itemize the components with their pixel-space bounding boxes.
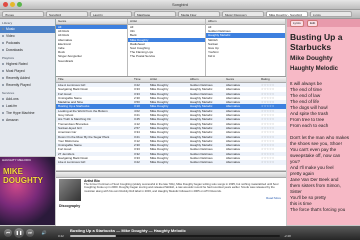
browser-column: Genre All Alt Rock Alt Rock Alternative Elect… — [56, 19, 128, 76]
album-art-artist: MIKE DOUGHTY — [3, 167, 43, 185]
artist-photo — [59, 179, 81, 201]
play-pause-icon[interactable]: ❚❚ — [14, 228, 24, 238]
tab-item[interactable]: Songbird — [46, 11, 88, 17]
sidebar-item-label: Music — [6, 27, 15, 31]
tab-item[interactable]: Media Flow — [178, 11, 220, 17]
remaining-time: -2:28 — [284, 234, 291, 238]
sidebar-item[interactable]: The Hype Machine — [0, 110, 55, 117]
sidebar-item[interactable]: Most Played — [0, 68, 55, 75]
read-more-link[interactable]: Read More — [266, 196, 281, 200]
tab-item[interactable]: iTunes — [2, 11, 44, 17]
lyrics-pane: Lyrics Edit Busting Up a Starbucks Mike … — [287, 19, 360, 225]
sidebar-item-label: Recently Added — [6, 76, 30, 80]
sidebar-item-icon — [2, 97, 4, 100]
sidebar-item-label: Most Played — [6, 69, 25, 73]
sidebar-item-label: Amazon — [6, 118, 19, 122]
track-cell: Alternative — [226, 160, 241, 165]
sidebar-item-icon — [2, 69, 4, 72]
artist-info-pane: Artist Bio The former frontman of Soul C… — [56, 171, 286, 226]
sidebar-item[interactable]: Music — [0, 26, 55, 33]
lyrics-line: The force that's forcing you — [290, 207, 346, 212]
track-cell: Like A Luminous Girl — [58, 160, 86, 165]
tab-item[interactable]: Last.fm — [90, 11, 132, 17]
tab-item[interactable]: Music Discovery — [222, 11, 264, 17]
sidebar-item-label: Add-ons — [6, 97, 19, 101]
browser-item[interactable]: Soundtrack — [56, 59, 127, 63]
sidebar-item-label: Recently Played — [6, 83, 31, 87]
sidebar-item-icon — [2, 83, 4, 86]
filter-browser: Genre All Alt Rock Alt Rock Alternative Elect… — [56, 19, 286, 77]
sidebar-item-label: Last.fm — [6, 104, 18, 108]
track-cell: Golden Delicious — [190, 160, 213, 165]
next-track-icon[interactable]: ⏭ — [26, 229, 34, 237]
sidebar-item[interactable]: Downloads — [0, 47, 55, 54]
now-playing-text: Busting Up a Starbucks — Mike Doughty — … — [70, 228, 186, 233]
sidebar-item[interactable]: Add-ons — [0, 96, 55, 103]
lyrics-album: Haughty Melodic — [290, 66, 339, 72]
column-header[interactable]: Album — [190, 77, 199, 82]
column-header[interactable]: Artist — [150, 77, 157, 82]
sidebar-item-icon — [2, 41, 4, 44]
artist-bio-text: The former frontman of Soul Coughing (wi… — [84, 182, 279, 193]
column-header[interactable]: Time — [134, 77, 141, 82]
sidebar-item[interactable]: Recently Played — [0, 82, 55, 89]
column-header[interactable]: Title — [58, 77, 64, 82]
sidebar-item[interactable]: Podcasts — [0, 40, 55, 47]
tab-item[interactable]: Mashtape — [134, 11, 176, 17]
column-header[interactable]: Rating — [261, 77, 270, 82]
sidebar-item-icon — [2, 34, 4, 37]
sidebar-item[interactable]: Amazon — [0, 117, 55, 124]
sidebar: Library Music Video Podcasts Downloads Playli… — [0, 19, 56, 156]
browser-item[interactable]: The Postal Service — [128, 54, 205, 58]
sidebar-item-icon — [2, 104, 4, 107]
progress-fill — [70, 235, 117, 237]
tab-item[interactable]: Lyrics — [310, 11, 352, 17]
sidebar-item-icon — [2, 118, 4, 121]
sidebar-item[interactable]: Recently Added — [0, 75, 55, 82]
browser-item[interactable]: Kid A — [206, 54, 285, 58]
column-header[interactable]: Genre — [226, 77, 234, 82]
sidebar-item-icon — [2, 48, 4, 51]
sidebar-item-label: Downloads — [6, 48, 23, 52]
sidebar-item-label: Video — [6, 34, 15, 38]
volume-icon[interactable]: 🔊 — [40, 229, 48, 237]
sidebar-item-label: Podcasts — [6, 41, 20, 45]
sidebar-item-icon — [2, 62, 4, 65]
sidebar-item-icon — [2, 76, 4, 79]
rating-stars[interactable]: ☆☆☆☆☆ — [261, 160, 274, 164]
previous-track-icon[interactable]: ⏮ — [4, 229, 12, 237]
lyrics-artist: Mike Doughty — [290, 55, 333, 62]
sidebar-item[interactable]: Highest Rated — [0, 61, 55, 68]
tab-bar: iTunes Songbird Last.fm Mashtape Media Flow M… — [0, 10, 360, 19]
track-cell: Mike Doughty — [150, 160, 169, 165]
sidebar-item-label: The Hype Machine — [6, 111, 35, 115]
lyrics-song-title: Busting Up a Starbucks — [290, 32, 343, 52]
track-cell: 3:22 — [134, 160, 140, 165]
window-title: Songbird — [171, 2, 188, 7]
elapsed-time: 0:42 — [58, 234, 64, 238]
title-bar: Songbird — [0, 0, 360, 10]
sidebar-item[interactable]: Last.fm — [0, 103, 55, 110]
player-controls: ⏮ ❚❚ ⏭ 🔊 Busting Up a Starbucks — Mike D… — [0, 226, 360, 240]
info-header — [56, 172, 286, 178]
sidebar-item-label: Highest Rated — [6, 62, 28, 66]
table-row[interactable]: Like A Luminous Girl 3:22 Mike Doughty Gold… — [56, 160, 286, 165]
album-art-title: HAUGHTY MELODIC — [2, 158, 32, 162]
track-list: Title Time Artist Album Genre Rating Like A Lu… — [56, 77, 286, 170]
sidebar-item-icon — [2, 27, 4, 30]
sidebar-item-icon — [2, 111, 4, 114]
tab-item[interactable]: Mike Doughty - Songbird — [266, 11, 308, 17]
browser-column: Album All Golden Delicious Haughty Melodic S… — [206, 19, 286, 76]
sidebar-item[interactable]: Video — [0, 33, 55, 40]
album-art: MIKE DOUGHTY HAUGHTY MELODIC — [0, 157, 55, 225]
edit-lyrics-button[interactable]: Edit — [307, 20, 319, 27]
lyrics-text: It will always be The end of time The end … — [290, 81, 358, 213]
track-rows: Like A Luminous Girl 3:22 Mike Doughty Gold… — [56, 83, 286, 165]
progress-bar[interactable] — [70, 235, 280, 237]
lyrics-button[interactable]: Lyrics — [290, 20, 304, 27]
discography-heading: Discography — [59, 204, 81, 208]
browser-column: Artist All 311 Beck Mike Doughty Radiohead Sou… — [128, 19, 206, 76]
lyrics-header: Lyrics Edit — [287, 19, 360, 27]
